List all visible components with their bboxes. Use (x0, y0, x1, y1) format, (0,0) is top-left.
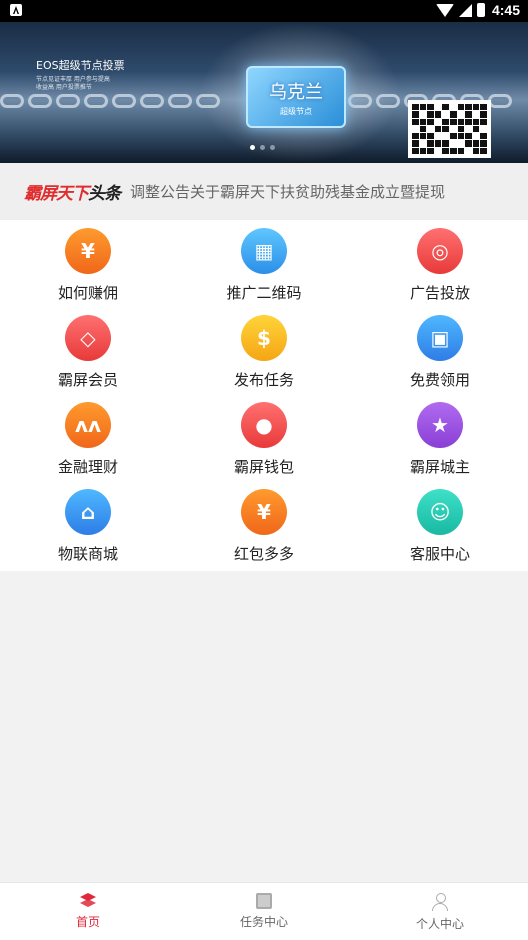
book-icon (256, 893, 272, 909)
signal-icon (458, 3, 472, 17)
grid-item-label: 发布任务 (233, 371, 294, 389)
target-icon: ◎ (417, 228, 463, 274)
notification-icon (10, 4, 22, 16)
layers-icon (79, 893, 97, 909)
grid-item-label: 金融理财 (57, 458, 118, 476)
headline-logo: 霸屏天下头条 (24, 184, 121, 204)
grid-item-label: 客服中心 (409, 545, 470, 563)
carousel-dot[interactable] (260, 145, 265, 150)
grid-item-publish-task[interactable]: $ 发布任务 (176, 315, 352, 402)
banner-card-title: 乌克兰 (269, 81, 323, 103)
grid-item-label: 霸屏会员 (57, 371, 118, 389)
tab-home[interactable]: 首页 (0, 883, 176, 940)
gift-icon: ▣ (417, 315, 463, 361)
store-icon: ⌂ (65, 489, 111, 535)
bottom-tab-bar: 首页 任务中心 个人中心 (0, 882, 528, 940)
tab-home-label: 首页 (75, 915, 100, 929)
carousel-dot[interactable] (270, 145, 275, 150)
grid-item-membership[interactable]: ◇ 霸屏会员 (0, 315, 176, 402)
grid-item-label: 推广二维码 (226, 284, 302, 302)
carousel-indicator (250, 145, 275, 150)
chain-decoration-left (0, 94, 220, 112)
qr-code-image (408, 100, 491, 158)
grid-item-ad-placement[interactable]: ◎ 广告投放 (352, 228, 528, 315)
red-packet-icon: ¥ (241, 489, 287, 535)
headline-text[interactable]: 调整公告关于霸屏天下扶贫助残基金成立暨提现 (130, 181, 445, 202)
banner-title: EOS超级节点投票 (36, 59, 125, 72)
banner-card-subtitle: 超级节点 (280, 106, 312, 116)
tab-profile[interactable]: 个人中心 (352, 883, 528, 940)
star-icon: ★ (417, 402, 463, 448)
coins-icon: $ (241, 315, 287, 361)
grid-item-label: 物联商城 (57, 545, 118, 563)
battery-icon (476, 3, 485, 17)
wifi-icon (435, 3, 454, 17)
grid-item-wallet[interactable]: ● 霸屏钱包 (176, 402, 352, 489)
grid-item-label: 如何赚佣 (57, 284, 118, 302)
tab-profile-label: 个人中心 (415, 917, 464, 931)
qr-code-icon: ▦ (241, 228, 287, 274)
grid-item-finance[interactable]: ʌʌ 金融理财 (0, 402, 176, 489)
status-bar: 4:45 (0, 0, 528, 22)
status-indicators: 4:45 (435, 2, 520, 18)
headset-icon: ☺ (417, 489, 463, 535)
grid-item-label: 霸屏城主 (409, 458, 470, 476)
banner-carousel[interactable]: EOS超级节点投票 节点见证丰厚 用户参与提高 收益高 用户投票推节 乌克兰 超… (0, 22, 528, 163)
finance-icon: ʌʌ (65, 402, 111, 448)
person-icon (431, 893, 449, 911)
grid-item-label: 免费领用 (409, 371, 470, 389)
piggy-bank-icon: ● (241, 402, 287, 448)
banner-feature-card: 乌克兰 超级节点 (246, 66, 346, 128)
grid-item-label: 霸屏钱包 (233, 458, 294, 476)
diamond-icon: ◇ (65, 315, 111, 361)
grid-item-label: 广告投放 (409, 284, 470, 302)
grid-item-iot-mall[interactable]: ⌂ 物联商城 (0, 489, 176, 576)
tab-task-center-label: 任务中心 (239, 915, 288, 929)
status-time: 4:45 (491, 2, 520, 18)
feature-grid: ¥ 如何赚佣 ▦ 推广二维码 ◎ 广告投放 ◇ 霸屏会员 $ 发布任务 ▣ 免费… (0, 220, 528, 571)
tab-task-center[interactable]: 任务中心 (176, 883, 352, 940)
yen-hand-icon: ¥ (65, 228, 111, 274)
carousel-dot[interactable] (250, 145, 255, 150)
grid-item-earn-commission[interactable]: ¥ 如何赚佣 (0, 228, 176, 315)
grid-item-customer-service[interactable]: ☺ 客服中心 (352, 489, 528, 576)
grid-item-city-owner[interactable]: ★ 霸屏城主 (352, 402, 528, 489)
grid-item-promo-qr[interactable]: ▦ 推广二维码 (176, 228, 352, 315)
grid-item-free-claim[interactable]: ▣ 免费领用 (352, 315, 528, 402)
banner-subtitle-2: 收益高 用户投票推节 (36, 84, 92, 91)
news-headline-bar[interactable]: 霸屏天下头条 调整公告关于霸屏天下扶贫助残基金成立暨提现 (0, 163, 528, 220)
grid-item-red-packets[interactable]: ¥ 红包多多 (176, 489, 352, 576)
grid-item-label: 红包多多 (233, 545, 294, 563)
